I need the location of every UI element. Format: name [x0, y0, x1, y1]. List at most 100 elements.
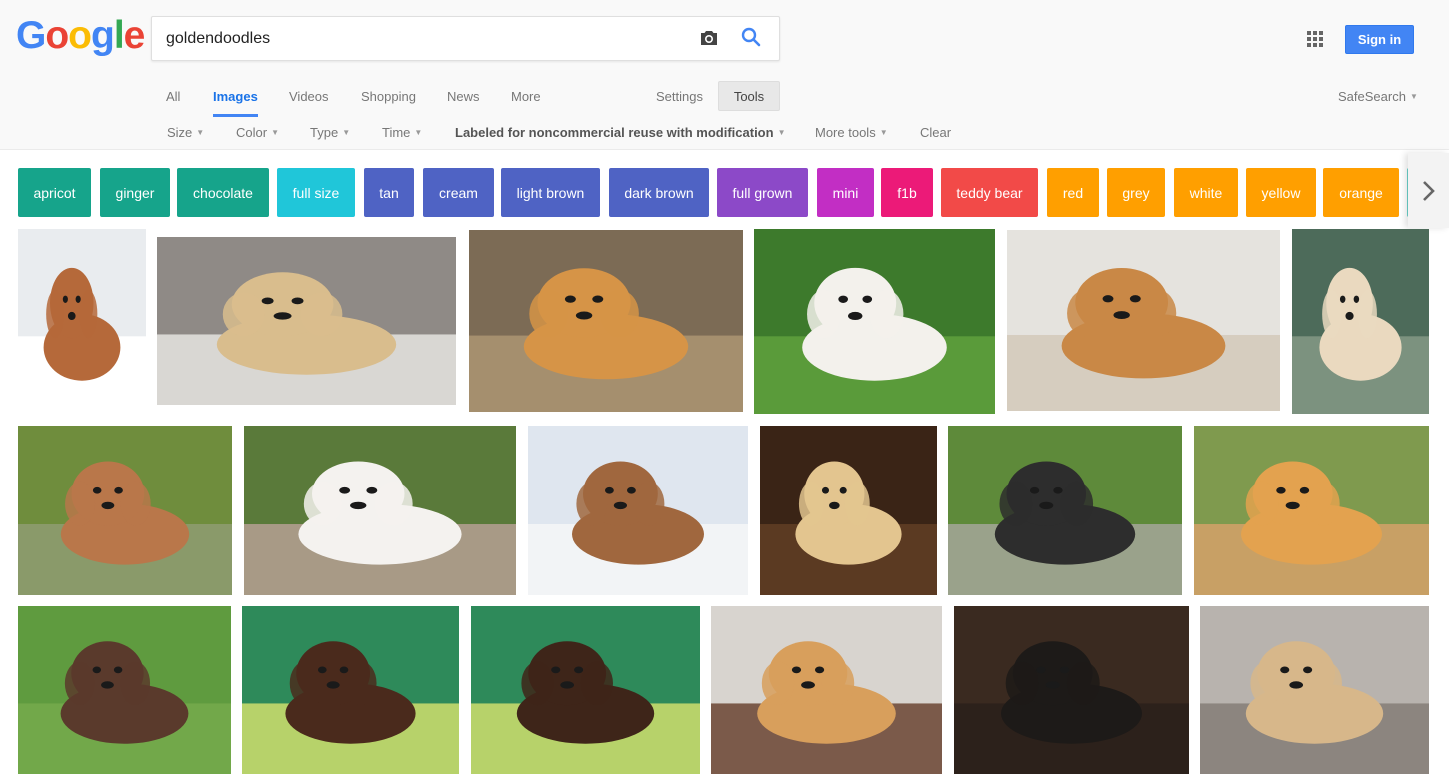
image-result[interactable] [18, 229, 146, 414]
search-box[interactable] [151, 16, 780, 61]
chip-full-size[interactable]: full size [277, 168, 355, 217]
image-result[interactable] [242, 606, 459, 774]
image-result[interactable] [948, 426, 1182, 595]
filter-usage-rights[interactable]: Labeled for noncommercial reuse with mod… [455, 125, 785, 140]
chip-cream[interactable]: cream [423, 168, 494, 217]
image-result[interactable] [760, 426, 937, 595]
filter-color[interactable]: Color ▼ [236, 125, 279, 140]
chip-red[interactable]: red [1047, 168, 1099, 217]
chevron-down-icon: ▼ [414, 128, 423, 137]
filter-usage-rights-label: Labeled for noncommercial reuse with mod… [455, 125, 774, 140]
chip-tan[interactable]: tan [364, 168, 414, 217]
dog-photo [18, 229, 146, 414]
image-result[interactable] [244, 426, 516, 595]
filter-type[interactable]: Type ▼ [310, 125, 350, 140]
dog-photo [948, 426, 1182, 595]
search-icon[interactable] [740, 26, 762, 48]
google-logo[interactable]: Google [16, 14, 146, 58]
chevron-down-icon: ▼ [196, 128, 205, 137]
image-result[interactable] [528, 426, 748, 595]
sign-in-button[interactable]: Sign in [1345, 25, 1414, 54]
image-result[interactable] [469, 230, 743, 412]
dog-photo [244, 426, 516, 595]
chips-next-button[interactable] [1408, 153, 1449, 228]
logo-letter: o [68, 14, 92, 57]
image-result[interactable] [157, 237, 456, 405]
filter-clear[interactable]: Clear [920, 125, 951, 140]
image-result[interactable] [18, 606, 231, 774]
chevron-down-icon: ▼ [879, 128, 888, 137]
tab-videos[interactable]: Videos [289, 89, 329, 104]
image-result[interactable] [754, 229, 995, 414]
tab-more[interactable]: More [511, 89, 541, 104]
chevron-down-icon: ▼ [777, 128, 786, 137]
chevron-down-icon: ▼ [342, 128, 351, 137]
chip-grey[interactable]: grey [1107, 168, 1165, 217]
apps-grid-icon[interactable] [1305, 29, 1325, 49]
image-result[interactable] [471, 606, 700, 774]
chip-dark-brown[interactable]: dark brown [609, 168, 709, 217]
dog-photo [528, 426, 748, 595]
image-result[interactable] [711, 606, 942, 774]
dog-photo [242, 606, 459, 774]
image-result[interactable] [18, 426, 232, 595]
dog-photo [711, 606, 942, 774]
related-search-chips: apricot ginger chocolate full size tan cream l… [0, 168, 1449, 218]
chip-ginger[interactable]: ginger [100, 168, 170, 217]
camera-icon[interactable] [697, 26, 721, 50]
tab-images[interactable]: Images [213, 89, 258, 104]
chevron-down-icon: ▼ [1409, 92, 1418, 101]
filter-size-label: Size [167, 125, 193, 140]
filter-time-label: Time [382, 125, 411, 140]
chip-teddy-bear[interactable]: teddy bear [941, 168, 1038, 217]
image-result[interactable] [1200, 606, 1429, 774]
chip-apricot[interactable]: apricot [18, 168, 91, 217]
logo-letter: o [45, 14, 69, 57]
logo-letter: l [113, 14, 125, 57]
image-result[interactable] [954, 606, 1189, 774]
chip-full-grown[interactable]: full grown [717, 168, 808, 217]
image-result[interactable] [1194, 426, 1429, 595]
logo-letter: e [123, 14, 146, 57]
dog-photo [954, 606, 1189, 774]
dog-photo [754, 229, 995, 414]
chip-f1b[interactable]: f1b [881, 168, 933, 217]
settings-link[interactable]: Settings [656, 89, 703, 104]
filter-size[interactable]: Size ▼ [167, 125, 204, 140]
filter-more-tools[interactable]: More tools ▼ [815, 125, 888, 140]
filter-time[interactable]: Time ▼ [382, 125, 422, 140]
search-input[interactable] [166, 28, 686, 50]
logo-letter: G [16, 14, 46, 57]
image-result[interactable] [1292, 229, 1429, 414]
dog-photo [760, 426, 937, 595]
dog-photo [18, 606, 231, 774]
filter-color-label: Color [236, 125, 268, 140]
tab-shopping[interactable]: Shopping [361, 89, 416, 104]
tab-news[interactable]: News [447, 89, 480, 104]
chip-light-brown[interactable]: light brown [501, 168, 600, 217]
chevron-right-icon [1423, 181, 1435, 201]
dog-photo [1200, 606, 1429, 774]
dog-photo [469, 230, 743, 412]
dog-photo [18, 426, 232, 595]
dog-photo [471, 606, 700, 774]
tab-all[interactable]: All [166, 89, 180, 104]
chip-chocolate[interactable]: chocolate [177, 168, 269, 217]
chip-yellow[interactable]: yellow [1246, 168, 1316, 217]
safesearch-label: SafeSearch [1338, 89, 1406, 104]
chevron-down-icon: ▼ [271, 128, 279, 137]
dog-photo [1292, 229, 1429, 414]
dog-photo [1194, 426, 1429, 595]
filter-type-label: Type [310, 125, 339, 140]
chip-orange[interactable]: orange [1323, 168, 1399, 217]
dog-photo [1007, 230, 1280, 411]
tools-button[interactable]: Tools [718, 81, 780, 111]
filter-bar: Size ▼ Color ▼ Type ▼ Time ▼ Labeled for non… [0, 125, 1449, 141]
active-tab-indicator [213, 114, 258, 117]
logo-letter: g [91, 14, 115, 57]
image-result[interactable] [1007, 230, 1280, 411]
chip-mini[interactable]: mini [817, 168, 874, 217]
filter-more-tools-label: More tools [815, 125, 876, 140]
chip-white[interactable]: white [1174, 168, 1238, 217]
safesearch-menu[interactable]: SafeSearch ▼ [1338, 89, 1418, 104]
